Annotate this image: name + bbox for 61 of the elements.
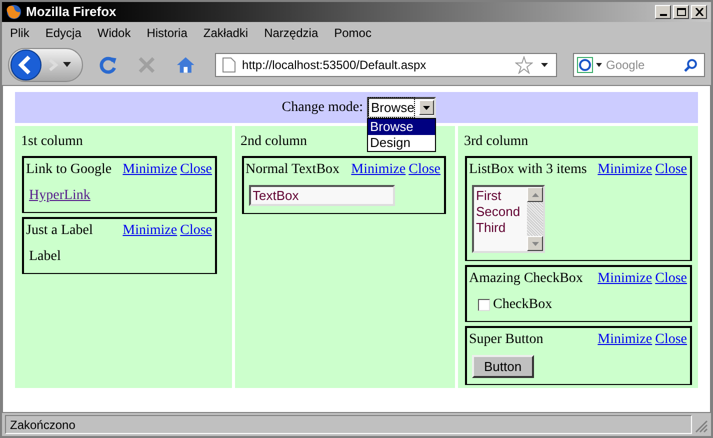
part-link[interactable]: Close	[180, 222, 212, 240]
part-title: Amazing CheckBox	[469, 270, 583, 288]
dropdown-arrow-icon[interactable]	[423, 106, 430, 110]
list-item[interactable]: Third	[476, 220, 527, 236]
back-forward-button[interactable]	[8, 48, 84, 82]
part-link[interactable]: Close	[655, 331, 687, 349]
checkbox[interactable]	[478, 298, 490, 310]
menu-item[interactable]: Widok	[97, 24, 131, 42]
hyperlink[interactable]: HyperLink	[29, 188, 90, 203]
dropdown-option[interactable]: Browse	[368, 119, 435, 135]
maximize-button[interactable]	[673, 5, 689, 19]
close-icon[interactable]	[694, 8, 704, 16]
action-button[interactable]: Button	[472, 355, 534, 378]
back-icon[interactable]	[9, 48, 43, 82]
part-title: Link to Google	[26, 161, 112, 179]
part-link[interactable]: Minimize	[122, 161, 178, 179]
part-title: Super Button	[469, 331, 544, 349]
menu-item[interactable]: Historia	[146, 24, 188, 42]
part-link[interactable]: Minimize	[122, 222, 178, 240]
status-text: Zakończono	[10, 416, 76, 434]
star-icon[interactable]	[515, 56, 533, 74]
column-title: 3rd column	[464, 133, 528, 151]
part-link[interactable]: Minimize	[598, 331, 652, 349]
part-link[interactable]: Close	[655, 270, 687, 288]
part-title: Normal TextBox	[246, 161, 340, 179]
home-icon[interactable]	[176, 56, 196, 74]
menu-item[interactable]: Pomoc	[334, 24, 372, 42]
list-box[interactable]: First Second Third	[472, 185, 545, 253]
column-title: 1st column	[21, 133, 83, 151]
label-text: Label	[29, 249, 61, 264]
address-field[interactable]: http://localhost:53500/Default.aspx	[215, 52, 557, 76]
search-input[interactable]: Google	[606, 56, 684, 74]
part-link[interactable]: Minimize	[598, 270, 652, 288]
part-title: ListBox with 3 items	[469, 161, 587, 179]
dropdown-arrow-icon[interactable]	[596, 62, 602, 66]
window-title: Mozilla Firefox	[26, 3, 116, 22]
page-icon	[222, 56, 236, 72]
mode-label: Change mode:	[282, 99, 363, 117]
dropdown-arrow-icon[interactable]	[63, 62, 71, 68]
checkbox-label: CheckBox	[493, 296, 552, 314]
list-item[interactable]: First	[476, 188, 527, 204]
menu-item[interactable]: Plik	[10, 24, 30, 42]
search-icon[interactable]	[684, 58, 698, 72]
dropdown-arrow-icon[interactable]	[541, 62, 548, 66]
list-item[interactable]: Second	[476, 204, 527, 220]
part-link[interactable]: Close	[408, 161, 440, 179]
dropdown-option[interactable]: Design	[368, 135, 435, 151]
part-link[interactable]: Close	[180, 161, 212, 179]
part-link[interactable]: Minimize	[351, 161, 406, 179]
search-box[interactable]: Google	[573, 52, 705, 76]
menu-item[interactable]: Zakładki	[203, 24, 248, 42]
menu-item[interactable]: Edycja	[45, 24, 82, 42]
reload-icon[interactable]	[99, 54, 118, 74]
text-field[interactable]: TextBox	[248, 185, 394, 206]
menu-item[interactable]: Narzędzia	[264, 24, 318, 42]
column-title: 2nd column	[240, 133, 307, 151]
close-button[interactable]	[691, 5, 707, 19]
minimize-button[interactable]	[655, 5, 671, 19]
part-title: Just a Label	[26, 222, 93, 240]
part-link[interactable]: Minimize	[598, 161, 652, 179]
part-link[interactable]: Close	[655, 161, 687, 179]
